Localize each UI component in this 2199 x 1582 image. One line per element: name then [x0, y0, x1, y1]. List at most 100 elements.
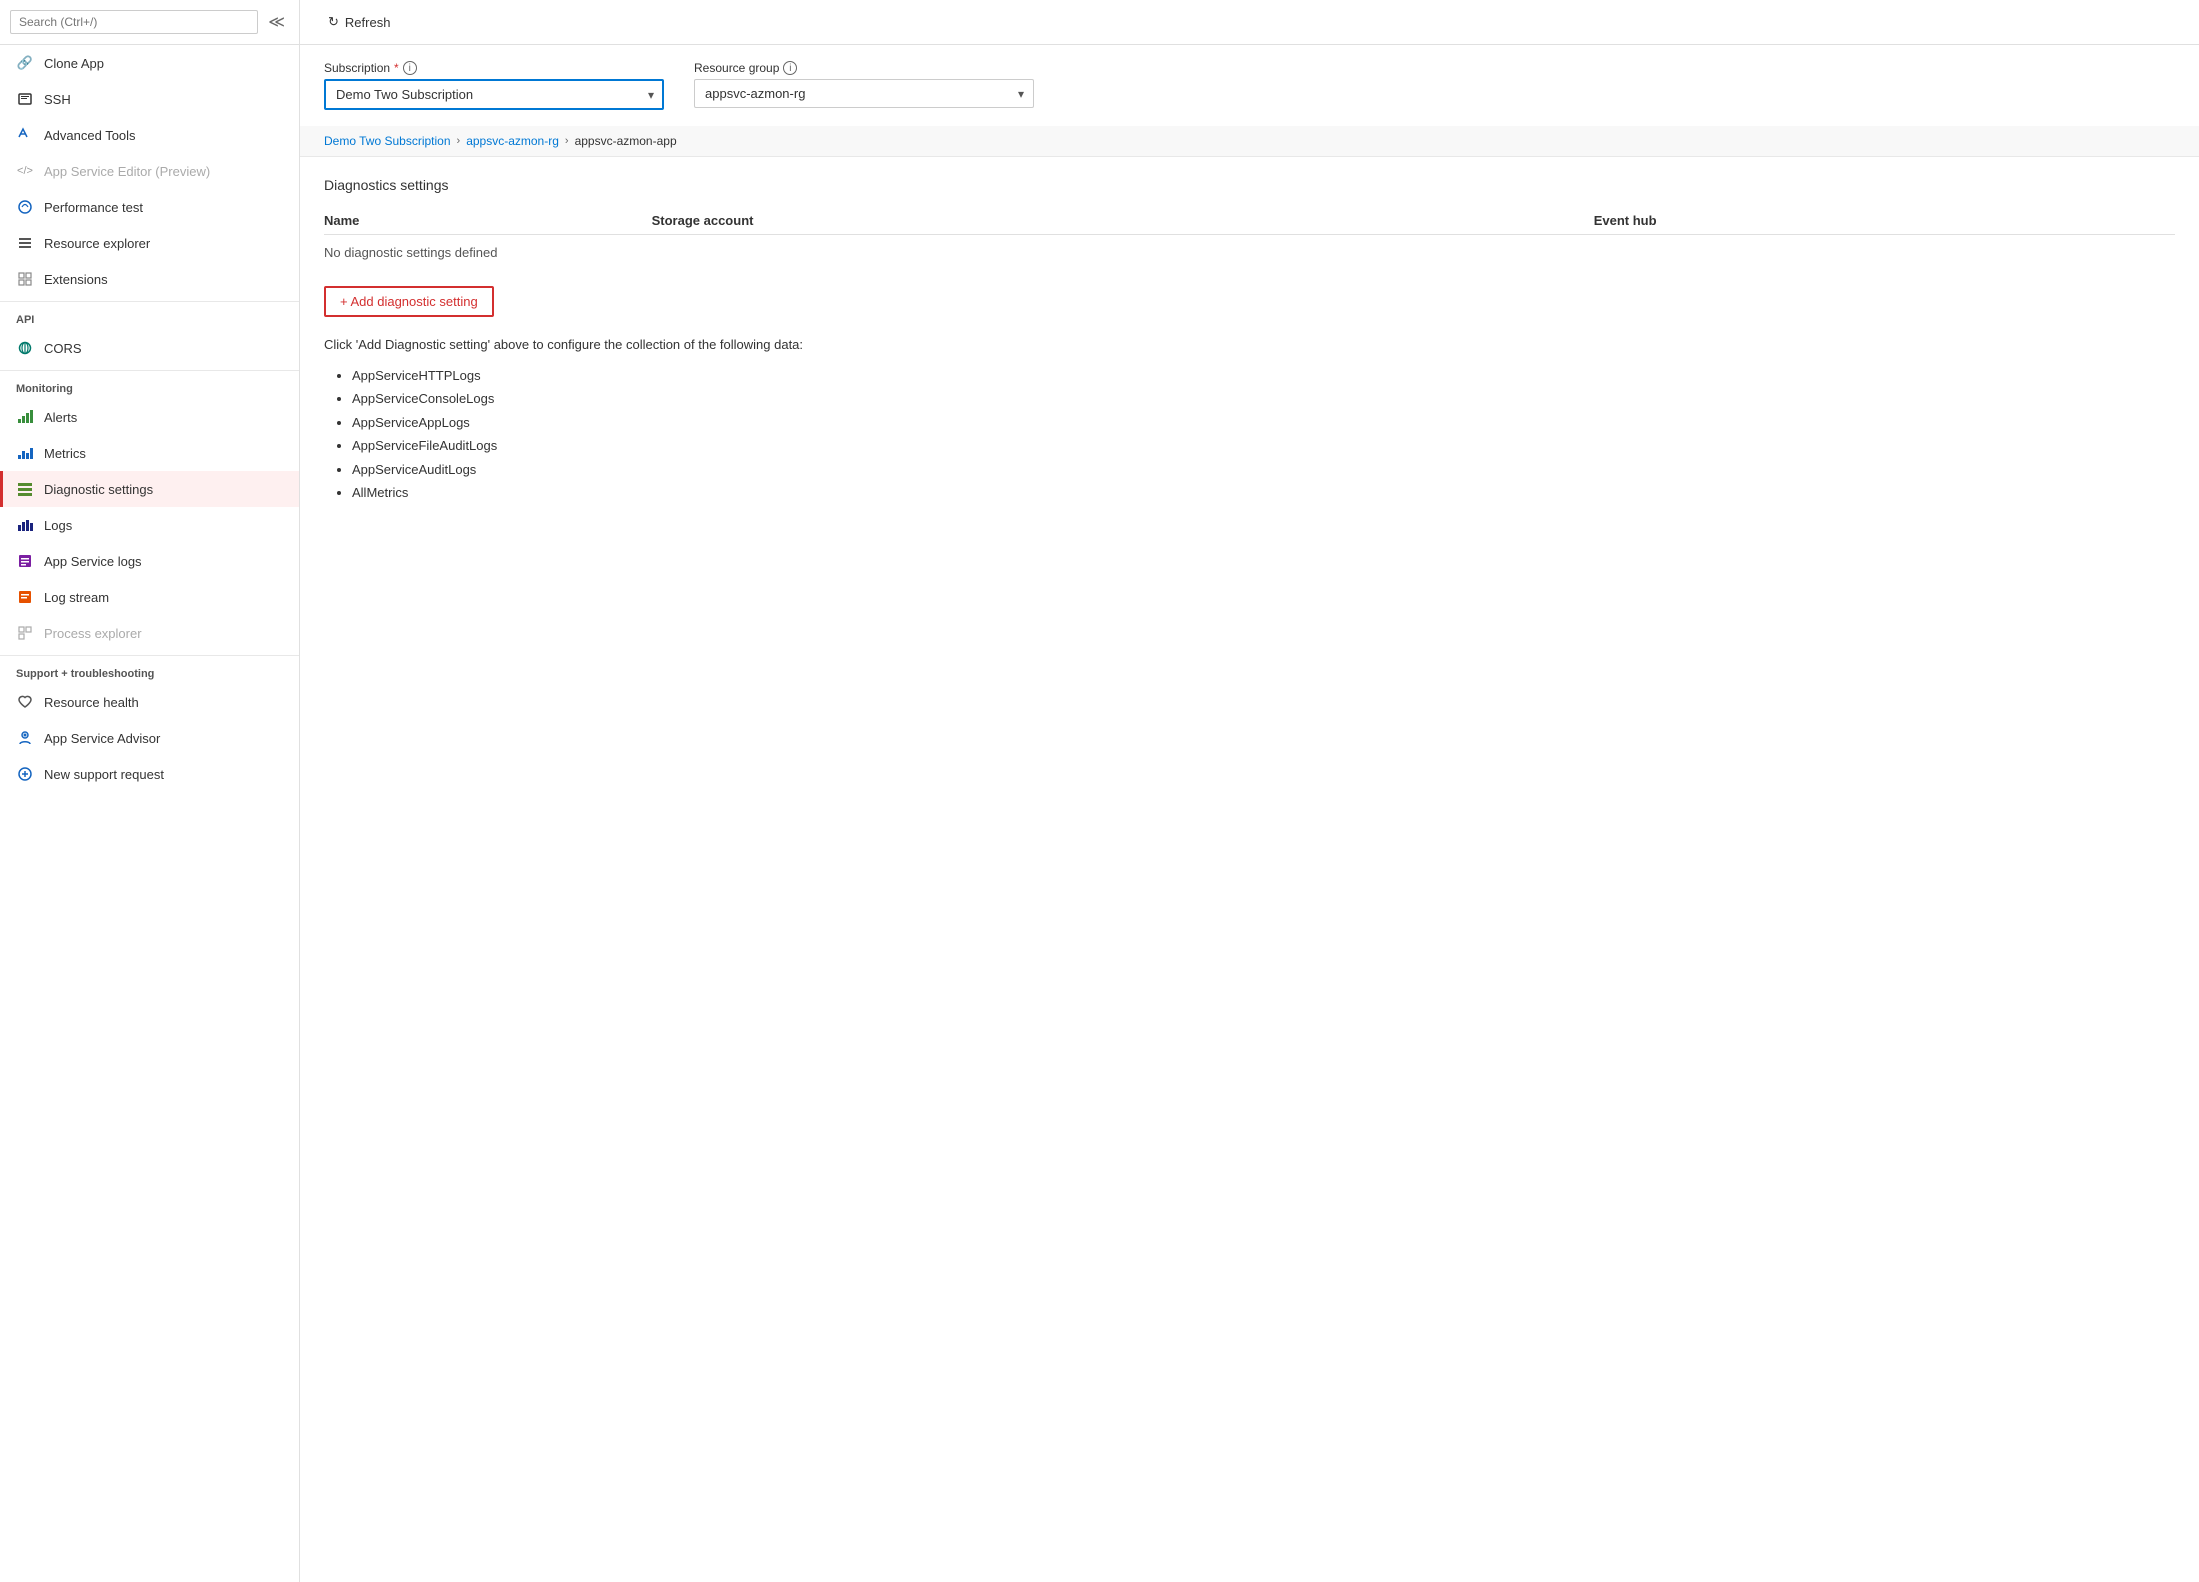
- data-type-item: AppServiceFileAuditLogs: [352, 434, 2175, 457]
- sidebar-item-performance-test[interactable]: Performance test: [0, 189, 299, 225]
- sidebar-collapse-button[interactable]: ≪: [264, 8, 289, 36]
- data-types-list: AppServiceHTTPLogsAppServiceConsoleLogsA…: [352, 364, 2175, 504]
- data-type-item: AllMetrics: [352, 481, 2175, 504]
- data-type-item: AppServiceAuditLogs: [352, 458, 2175, 481]
- section-label-monitoring: Monitoring: [0, 370, 299, 399]
- sidebar-item-alerts[interactable]: Alerts: [0, 399, 299, 435]
- sidebar-item-extensions[interactable]: Extensions: [0, 261, 299, 297]
- log-stream-label: Log stream: [44, 590, 109, 605]
- data-type-item: AppServiceAppLogs: [352, 411, 2175, 434]
- sidebar-item-diagnostic-settings[interactable]: Diagnostic settings: [0, 471, 299, 507]
- form-section: Subscription * i Demo Two Subscription ▾…: [300, 45, 2199, 126]
- subscription-select[interactable]: Demo Two Subscription: [324, 79, 664, 110]
- resource-explorer-label: Resource explorer: [44, 236, 150, 251]
- resource-group-select[interactable]: appsvc-azmon-rg: [694, 79, 1034, 108]
- logs-icon: [16, 516, 34, 534]
- cors-icon: [16, 339, 34, 357]
- subscription-info-icon: i: [403, 61, 417, 75]
- new-support-request-label: New support request: [44, 767, 164, 782]
- new-support-request-icon: [16, 765, 34, 783]
- breadcrumb: Demo Two Subscription › appsvc-azmon-rg › ap…: [300, 126, 2199, 157]
- refresh-button[interactable]: ↻ Refresh: [320, 10, 398, 34]
- sidebar-content: 🔗 Clone App SSH Advanced Tools </> App Servic…: [0, 45, 299, 1582]
- sidebar-item-log-stream[interactable]: Log stream: [0, 579, 299, 615]
- metrics-icon: [16, 444, 34, 462]
- sidebar-item-ssh[interactable]: SSH: [0, 81, 299, 117]
- resource-group-group: Resource group i appsvc-azmon-rg ▾: [694, 61, 1034, 108]
- extensions-icon: [16, 270, 34, 288]
- metrics-label: Metrics: [44, 446, 86, 461]
- data-type-item: AppServiceConsoleLogs: [352, 387, 2175, 410]
- cors-label: CORS: [44, 341, 82, 356]
- sidebar-item-logs[interactable]: Logs: [0, 507, 299, 543]
- sidebar-search-container: ≪: [0, 0, 299, 45]
- empty-message: No diagnostic settings defined: [324, 235, 2175, 271]
- search-input[interactable]: [10, 10, 258, 34]
- clone-app-icon: 🔗: [16, 54, 34, 72]
- subscription-group: Subscription * i Demo Two Subscription ▾: [324, 61, 664, 110]
- resource-group-label: Resource group i: [694, 61, 1034, 75]
- sidebar-item-process-explorer: Process explorer: [0, 615, 299, 651]
- sidebar-item-resource-explorer[interactable]: Resource explorer: [0, 225, 299, 261]
- breadcrumb-current: appsvc-azmon-app: [575, 134, 677, 148]
- app-service-editor-icon: </>: [16, 162, 34, 180]
- ssh-label: SSH: [44, 92, 71, 107]
- main-content: ↻ Refresh Subscription * i Demo Two Subs…: [300, 0, 2199, 1582]
- app-service-logs-icon: [16, 552, 34, 570]
- clone-app-label: Clone App: [44, 56, 104, 71]
- diagnostic-settings-icon: [16, 480, 34, 498]
- sidebar-item-metrics[interactable]: Metrics: [0, 435, 299, 471]
- resource-group-info-icon: i: [783, 61, 797, 75]
- alerts-label: Alerts: [44, 410, 77, 425]
- app-service-advisor-label: App Service Advisor: [44, 731, 160, 746]
- alerts-icon: [16, 408, 34, 426]
- advanced-tools-label: Advanced Tools: [44, 128, 136, 143]
- sidebar-item-advanced-tools[interactable]: Advanced Tools: [0, 117, 299, 153]
- subscription-select-wrapper: Demo Two Subscription ▾: [324, 79, 664, 110]
- toolbar: ↻ Refresh: [300, 0, 2199, 45]
- col-name: Name: [324, 207, 652, 235]
- app-service-editor-label: App Service Editor (Preview): [44, 164, 210, 179]
- process-explorer-icon: [16, 624, 34, 642]
- diagnostics-table: Name Storage account Event hub No diagno…: [324, 207, 2175, 270]
- subscription-required: *: [394, 61, 399, 75]
- sidebar-item-app-service-editor: </> App Service Editor (Preview): [0, 153, 299, 189]
- resource-group-select-wrapper: appsvc-azmon-rg ▾: [694, 79, 1034, 108]
- resource-health-label: Resource health: [44, 695, 139, 710]
- section-label-support-+-troubleshooting: Support + troubleshooting: [0, 655, 299, 684]
- breadcrumb-link-1[interactable]: appsvc-azmon-rg: [466, 134, 559, 148]
- sidebar: ≪ 🔗 Clone App SSH Advanced Tools </> App Serv…: [0, 0, 300, 1582]
- add-diagnostic-setting-button[interactable]: + Add diagnostic setting: [324, 286, 494, 317]
- performance-test-icon: [16, 198, 34, 216]
- instructions-text: Click 'Add Diagnostic setting' above to …: [324, 337, 2175, 352]
- sidebar-item-cors[interactable]: CORS: [0, 330, 299, 366]
- resource-health-icon: [16, 693, 34, 711]
- process-explorer-label: Process explorer: [44, 626, 142, 641]
- logs-label: Logs: [44, 518, 72, 533]
- sidebar-item-app-service-advisor[interactable]: App Service Advisor: [0, 720, 299, 756]
- col-storage: Storage account: [652, 207, 1594, 235]
- sidebar-item-clone-app[interactable]: 🔗 Clone App: [0, 45, 299, 81]
- performance-test-label: Performance test: [44, 200, 143, 215]
- app-service-logs-label: App Service logs: [44, 554, 142, 569]
- data-type-item: AppServiceHTTPLogs: [352, 364, 2175, 387]
- empty-row: No diagnostic settings defined: [324, 235, 2175, 271]
- breadcrumb-separator-2: ›: [565, 135, 569, 147]
- advanced-tools-icon: [16, 126, 34, 144]
- extensions-label: Extensions: [44, 272, 108, 287]
- section-title: Diagnostics settings: [324, 177, 2175, 193]
- sidebar-item-resource-health[interactable]: Resource health: [0, 684, 299, 720]
- refresh-label: Refresh: [345, 15, 391, 30]
- col-eventhub: Event hub: [1594, 207, 2175, 235]
- log-stream-icon: [16, 588, 34, 606]
- section-label-api: API: [0, 301, 299, 330]
- breadcrumb-link-0[interactable]: Demo Two Subscription: [324, 134, 451, 148]
- resource-explorer-icon: [16, 234, 34, 252]
- sidebar-item-new-support-request[interactable]: New support request: [0, 756, 299, 792]
- subscription-label: Subscription * i: [324, 61, 664, 75]
- refresh-icon: ↻: [328, 14, 339, 30]
- breadcrumb-separator-1: ›: [457, 135, 461, 147]
- diagnostic-settings-label: Diagnostic settings: [44, 482, 153, 497]
- ssh-icon: [16, 90, 34, 108]
- sidebar-item-app-service-logs[interactable]: App Service logs: [0, 543, 299, 579]
